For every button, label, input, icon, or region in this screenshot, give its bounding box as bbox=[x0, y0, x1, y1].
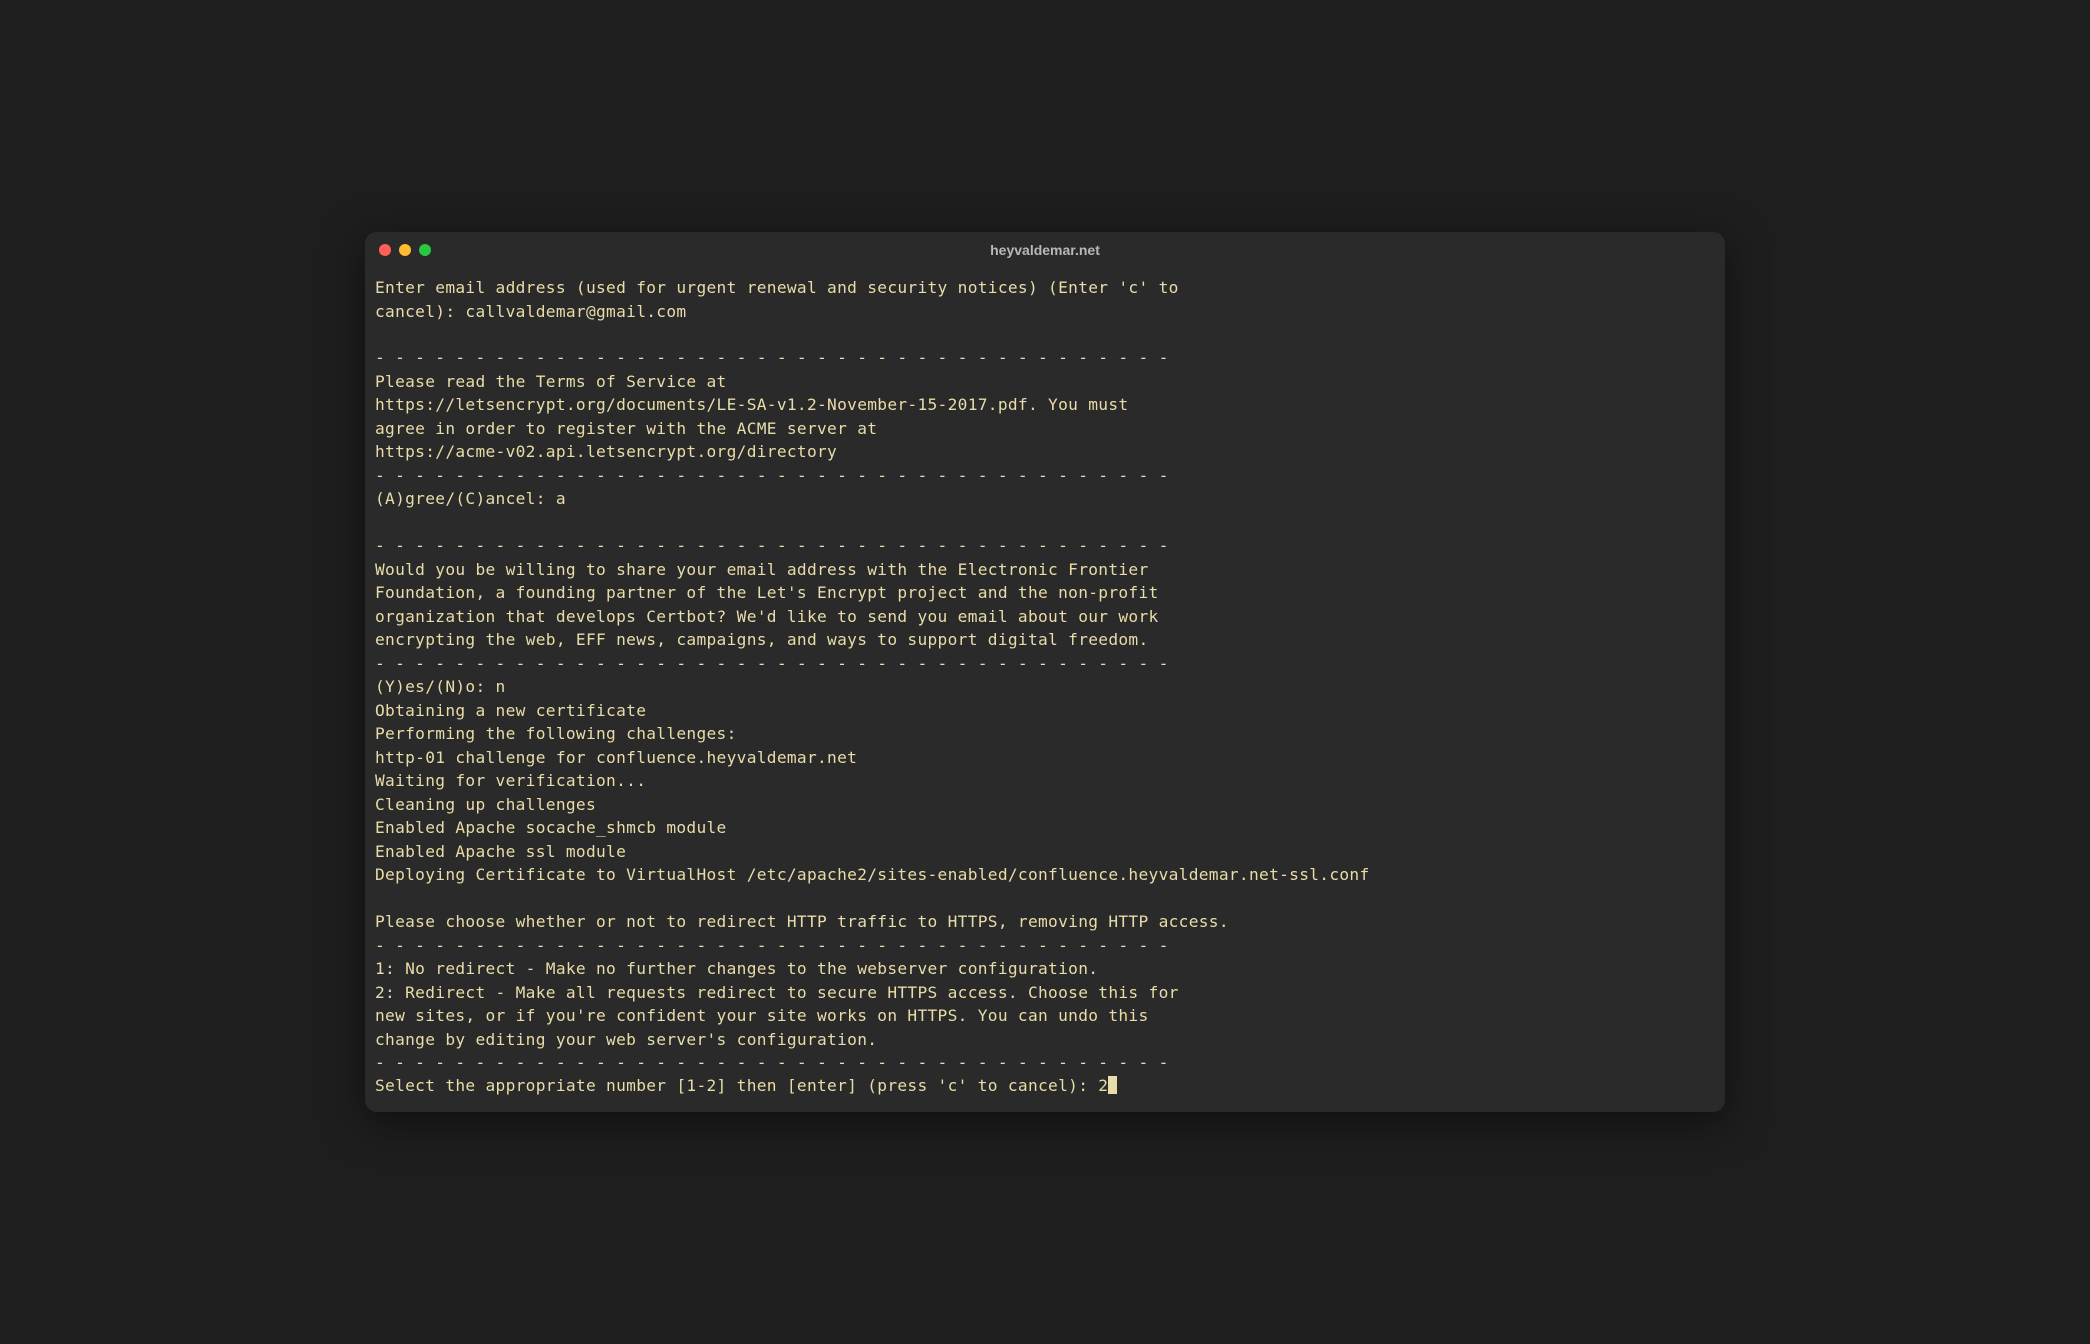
cursor bbox=[1108, 1076, 1117, 1094]
close-button[interactable] bbox=[379, 244, 391, 256]
terminal-body[interactable]: Enter email address (used for urgent ren… bbox=[365, 268, 1725, 1112]
terminal-prompt: Select the appropriate number [1-2] then… bbox=[375, 1074, 1108, 1097]
traffic-lights bbox=[379, 244, 431, 256]
titlebar: heyvaldemar.net bbox=[365, 232, 1725, 268]
zoom-button[interactable] bbox=[419, 244, 431, 256]
minimize-button[interactable] bbox=[399, 244, 411, 256]
window-title: heyvaldemar.net bbox=[990, 242, 1100, 258]
terminal-window: heyvaldemar.net Enter email address (use… bbox=[365, 232, 1725, 1112]
terminal-output: Enter email address (used for urgent ren… bbox=[375, 276, 1715, 1074]
